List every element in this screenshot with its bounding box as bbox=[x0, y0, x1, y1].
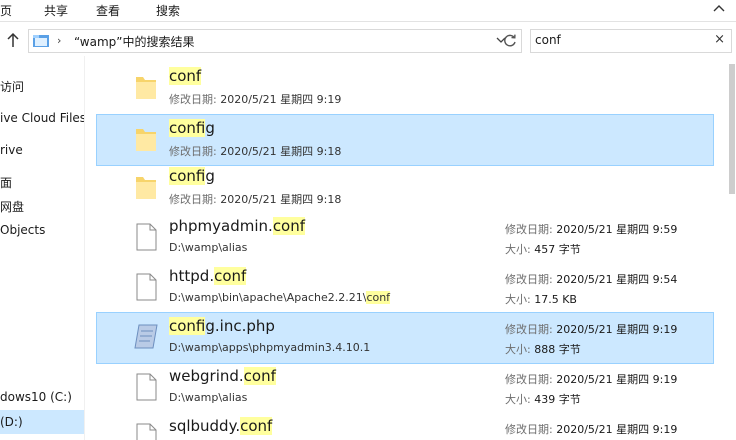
breadcrumb[interactable]: “wamp”中的搜索结果 bbox=[74, 33, 194, 50]
folder-icon bbox=[136, 177, 156, 199]
nav-item-drive-c[interactable]: dows10 (C:) bbox=[0, 390, 84, 408]
search-box[interactable]: × bbox=[530, 29, 732, 53]
result-modified: 修改日期: 2020/5/21 星期四 9:19 bbox=[505, 373, 678, 386]
result-modified: 修改日期: 2020/5/21 星期四 9:54 bbox=[505, 273, 678, 286]
result-modified: 修改日期: 2020/5/21 星期四 9:19 bbox=[505, 323, 678, 336]
expand-ribbon-chevron-icon[interactable] bbox=[710, 2, 728, 18]
search-input[interactable] bbox=[535, 32, 705, 48]
result-row[interactable]: httpd.conf D:\wamp\bin\apache\Apache2.2.… bbox=[96, 262, 714, 312]
result-modified: 修改日期: 2020/5/21 星期四 9:19 bbox=[505, 423, 678, 436]
nav-item-drive[interactable]: rive bbox=[0, 143, 84, 161]
result-name: sqlbuddy.conf bbox=[169, 417, 273, 435]
clear-search-icon[interactable]: × bbox=[714, 32, 725, 47]
result-modified: 修改日期: 2020/5/21 星期四 9:59 bbox=[505, 223, 678, 236]
result-row[interactable]: sqlbuddy.conf 修改日期: 2020/5/21 星期四 9:19 bbox=[96, 412, 714, 440]
result-path: D:\wamp\alias bbox=[169, 391, 248, 404]
tab-home[interactable]: 主页 bbox=[0, 2, 12, 19]
search-results-list: conf 修改日期: 2020/5/21 星期四 9:19 config 修改日… bbox=[84, 56, 736, 440]
file-icon bbox=[136, 223, 157, 251]
result-name: phpmyadmin.conf bbox=[169, 217, 306, 235]
result-path: D:\wamp\apps\phpmyadmin3.4.10.1 bbox=[169, 341, 371, 354]
file-icon bbox=[136, 273, 157, 301]
address-row: › “wamp”中的搜索结果 × bbox=[0, 28, 736, 54]
scrollbar-thumb[interactable] bbox=[729, 64, 735, 194]
result-path: D:\wamp\bin\apache\Apache2.2.21\conf bbox=[169, 291, 391, 304]
result-row-hovered[interactable]: config 修改日期: 2020/5/21 星期四 9:18 bbox=[96, 114, 714, 166]
result-name: webgrind.conf bbox=[169, 367, 276, 385]
result-name: config bbox=[169, 167, 215, 185]
nav-item-3d-objects[interactable]: Objects bbox=[0, 223, 84, 241]
result-size: 大小: 888 字节 bbox=[505, 343, 581, 356]
folder-icon bbox=[136, 129, 156, 151]
result-modified: 修改日期: 2020/5/21 星期四 9:19 bbox=[169, 93, 342, 106]
result-row[interactable]: config 修改日期: 2020/5/21 星期四 9:18 bbox=[96, 162, 714, 212]
result-size: 大小: 439 字节 bbox=[505, 393, 581, 406]
file-icon bbox=[136, 423, 157, 440]
result-path: D:\wamp\alias bbox=[169, 241, 248, 254]
tab-search[interactable]: 搜索 bbox=[156, 2, 180, 19]
result-name: httpd.conf bbox=[169, 267, 247, 285]
nav-item-desktop[interactable]: 面 bbox=[0, 174, 84, 192]
ribbon-tabs: 主页 共享 查看 搜索 bbox=[0, 0, 736, 22]
vertical-scrollbar[interactable] bbox=[728, 56, 736, 440]
search-folder-icon bbox=[33, 35, 49, 47]
folder-icon bbox=[136, 77, 156, 99]
result-modified: 修改日期: 2020/5/21 星期四 9:18 bbox=[169, 145, 342, 158]
file-icon bbox=[136, 373, 157, 401]
result-row-selected[interactable]: config.inc.php D:\wamp\apps\phpmyadmin3.… bbox=[96, 312, 714, 364]
breadcrumb-separator-icon: › bbox=[57, 34, 62, 47]
navigation-pane: 访问 ive Cloud Files rive 面 网盘 Objects dow… bbox=[0, 56, 84, 440]
php-file-icon bbox=[134, 324, 158, 349]
result-name: conf bbox=[169, 67, 202, 85]
result-size: 大小: 457 字节 bbox=[505, 243, 581, 256]
result-row[interactable]: conf 修改日期: 2020/5/21 星期四 9:19 bbox=[96, 62, 714, 112]
result-modified: 修改日期: 2020/5/21 星期四 9:18 bbox=[169, 193, 342, 206]
result-size: 大小: 17.5 KB bbox=[505, 293, 577, 306]
result-name: config bbox=[169, 119, 215, 137]
tab-share[interactable]: 共享 bbox=[44, 2, 68, 19]
nav-item-quick-access[interactable]: 访问 bbox=[0, 78, 84, 96]
refresh-icon[interactable] bbox=[502, 33, 518, 49]
result-row[interactable]: phpmyadmin.conf D:\wamp\alias 修改日期: 2020… bbox=[96, 212, 714, 262]
result-name: config.inc.php bbox=[169, 317, 275, 335]
tab-view[interactable]: 查看 bbox=[96, 2, 120, 19]
address-bar[interactable]: › “wamp”中的搜索结果 bbox=[28, 29, 522, 53]
nav-item-drive-d[interactable]: (D:) bbox=[0, 410, 84, 434]
nav-item-cloud-files[interactable]: ive Cloud Files bbox=[0, 111, 84, 129]
nav-item-netdisk[interactable]: 网盘 bbox=[0, 198, 84, 216]
result-row[interactable]: webgrind.conf D:\wamp\alias 修改日期: 2020/5… bbox=[96, 362, 714, 412]
up-arrow-icon[interactable] bbox=[5, 31, 21, 49]
